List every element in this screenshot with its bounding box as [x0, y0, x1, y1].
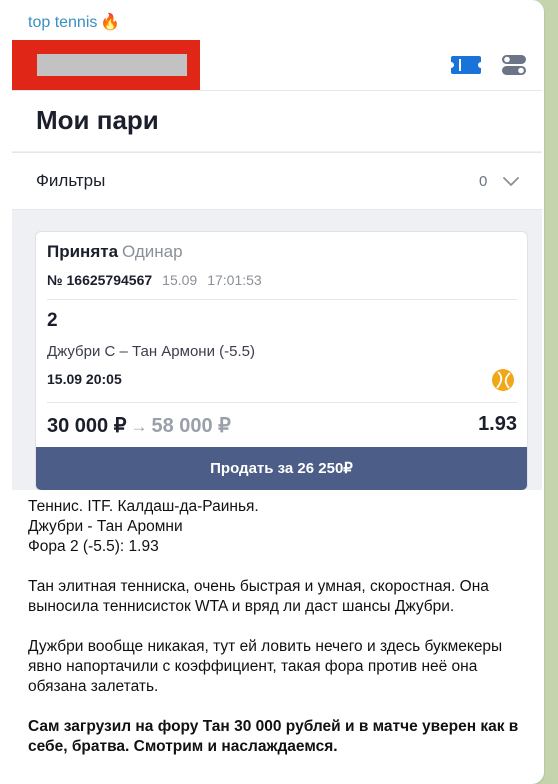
bet-screenshot[interactable]: Мои пари Фильтры 0 Принята Одинар № 16625…	[12, 40, 542, 490]
ticket-icon	[451, 56, 481, 74]
bet-odds: 1.93	[478, 413, 517, 435]
tennis-ball-icon	[492, 369, 514, 391]
filters-bar[interactable]: Фильтры 0	[12, 152, 542, 210]
redacted-account	[37, 54, 187, 76]
divider	[47, 299, 517, 300]
chevron-down-icon[interactable]	[501, 171, 521, 191]
channel-post: top tennis 🔥 Мои пари Фильтры 0 Принята …	[0, 0, 544, 784]
message-paragraph: Тан элитная тенниска, очень быстрая и ум…	[28, 578, 489, 615]
match-time: 15.09 20:05	[47, 371, 122, 387]
message-line: Джубри - Тан Аромни	[28, 518, 183, 535]
message-paragraph-bold: Сам загрузил на фору Тан 30 000 рублей и…	[28, 718, 519, 755]
message-text: Теннис. ITF. Калдаш-да-Раинья. Джубри - …	[28, 497, 533, 757]
bet-card[interactable]: Принята Одинар № 16625794567 15.09 17:01:53…	[35, 231, 528, 490]
message-line: Фора 2 (-5.5): 1.93	[28, 538, 159, 555]
app-topbar	[12, 40, 542, 90]
message-line: Теннис. ITF. Калдаш-да-Раинья.	[28, 498, 259, 515]
fire-emoji: 🔥	[100, 14, 121, 31]
status-accepted: Принята	[47, 242, 119, 261]
arrow-icon: →	[130, 417, 148, 436]
bet-time: 17:01:53	[207, 272, 262, 288]
divider	[47, 402, 517, 403]
bet-status: Принята Одинар	[47, 242, 183, 262]
bet-number: № 16625794567	[47, 272, 153, 288]
bet-amounts: 30 000 ₽ → 58 000 ₽	[47, 413, 231, 438]
page-title: Мои пари	[36, 105, 159, 135]
bet-pick: 2	[47, 310, 58, 331]
bet-date: 15.09	[162, 272, 198, 288]
filters-count: 0	[479, 173, 488, 190]
filters-label: Фильтры	[36, 171, 106, 190]
match-name[interactable]: Джубри С – Тан Армони (-5.5)	[47, 343, 255, 360]
channel-name[interactable]: top tennis 🔥	[28, 12, 120, 32]
bet-id-row: № 16625794567 15.09 17:01:53	[47, 272, 262, 288]
channel-title[interactable]: top tennis	[28, 14, 97, 31]
settings-toggle-icon	[502, 55, 526, 75]
stake-amount: 30 000 ₽	[47, 415, 127, 437]
message-paragraph: Дужбри вообще никакая, тут ей ловить неч…	[28, 638, 503, 695]
page-header: Мои пари	[12, 90, 542, 151]
bet-type: Одинар	[122, 242, 183, 261]
sell-button[interactable]: Продать за 26 250₽	[36, 447, 527, 490]
potential-win: 58 000 ₽	[151, 415, 231, 437]
